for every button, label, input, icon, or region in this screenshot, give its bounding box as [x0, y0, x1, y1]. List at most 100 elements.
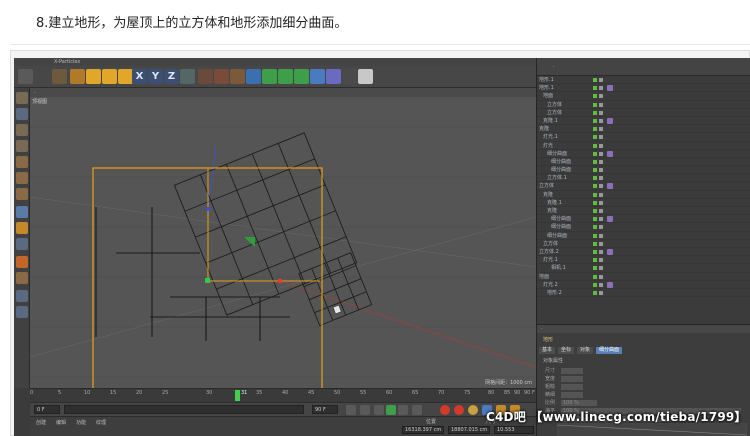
visibility-check-icon[interactable]: [593, 274, 597, 279]
next-frame-icon[interactable]: [398, 405, 408, 415]
visibility-check-icon[interactable]: [593, 217, 597, 222]
render-check-icon[interactable]: [599, 135, 603, 140]
prev-frame-icon[interactable]: [360, 405, 370, 415]
play-back-icon[interactable]: [374, 405, 384, 415]
model-mode-icon[interactable]: [16, 108, 28, 120]
render-check-icon[interactable]: [599, 102, 603, 107]
visibility-check-icon[interactable]: [593, 184, 597, 189]
tab-object[interactable]: 对象: [577, 347, 594, 354]
object-row[interactable]: 立方体: [537, 182, 750, 191]
material-tag-icon[interactable]: [607, 150, 613, 157]
visibility-check-icon[interactable]: [593, 143, 597, 148]
end-frame-field[interactable]: 90 F: [312, 405, 338, 414]
edges-mode-icon[interactable]: [16, 172, 28, 184]
object-row[interactable]: 立方体: [537, 101, 750, 109]
select-tool-icon[interactable]: [52, 69, 67, 84]
visibility-check-icon[interactable]: [593, 151, 597, 156]
lock-icon[interactable]: [16, 306, 28, 318]
visibility-check-icon[interactable]: [593, 102, 597, 107]
render-check-icon[interactable]: [599, 266, 603, 271]
texture-mode-icon[interactable]: [16, 124, 28, 136]
menu-edit[interactable]: 编辑: [56, 419, 66, 426]
object-row[interactable]: 克隆.1: [537, 199, 750, 207]
tab-coord[interactable]: 坐标: [558, 347, 575, 354]
grid-icon[interactable]: [16, 290, 28, 302]
menu-texture[interactable]: 纹理: [96, 419, 106, 426]
object-row[interactable]: 细分曲面: [537, 232, 750, 240]
viewport-menu-dot[interactable]: ·: [34, 90, 36, 96]
goto-start-icon[interactable]: [346, 405, 356, 415]
move-tool-icon[interactable]: [70, 69, 85, 84]
autokey-icon[interactable]: [454, 405, 464, 415]
object-row[interactable]: 地形.1: [537, 84, 750, 93]
render-check-icon[interactable]: [599, 282, 603, 287]
object-row[interactable]: 立方体: [537, 240, 750, 248]
attribute-field-value[interactable]: [561, 368, 583, 374]
frame-range-slider[interactable]: [64, 405, 304, 414]
visibility-check-icon[interactable]: [593, 176, 597, 181]
snap-icon[interactable]: [16, 238, 28, 250]
material-tag-icon[interactable]: [607, 216, 613, 223]
object-row[interactable]: 细分曲面: [537, 158, 750, 167]
points-mode-icon[interactable]: [16, 156, 28, 168]
material-tag-icon[interactable]: [607, 117, 613, 124]
attribute-field-value[interactable]: [561, 392, 583, 398]
spline-icon[interactable]: [262, 69, 277, 84]
y-axis-button[interactable]: Y: [148, 69, 163, 84]
object-row[interactable]: 灯光.2: [537, 281, 750, 289]
coord-z-field[interactable]: 10.553: [494, 426, 534, 434]
undo-icon[interactable]: [18, 69, 33, 84]
polygons-mode-icon[interactable]: [16, 188, 28, 200]
render-check-icon[interactable]: [599, 258, 603, 263]
coordinate-system-icon[interactable]: [180, 69, 195, 84]
render-check-icon[interactable]: [599, 200, 603, 205]
visibility-check-icon[interactable]: [593, 233, 597, 238]
object-row[interactable]: 相机.1: [537, 264, 750, 273]
object-row[interactable]: 细分曲面: [537, 150, 750, 158]
render-check-icon[interactable]: [599, 94, 603, 99]
workplane-icon[interactable]: [16, 140, 28, 152]
material-tag-icon[interactable]: [607, 183, 613, 190]
render-check-icon[interactable]: [599, 118, 603, 123]
rotate-tool-icon[interactable]: [102, 69, 117, 84]
visibility-check-icon[interactable]: [593, 127, 597, 132]
visibility-check-icon[interactable]: [593, 258, 597, 263]
visibility-check-icon[interactable]: [593, 168, 597, 173]
menu-item-xparticles[interactable]: X-Particles: [54, 59, 80, 65]
object-row[interactable]: 地形.1: [537, 76, 750, 85]
render-check-icon[interactable]: [599, 176, 603, 181]
light-icon[interactable]: [358, 69, 373, 84]
visibility-check-icon[interactable]: [593, 118, 597, 123]
object-row[interactable]: 克隆.1: [537, 117, 750, 126]
render-check-icon[interactable]: [599, 274, 603, 279]
object-row[interactable]: 细分曲面: [537, 166, 750, 175]
viewport-top[interactable]: 网格间距：1000 cm: [29, 97, 537, 397]
object-row[interactable]: 灯光: [537, 142, 750, 150]
recent-tool-icon[interactable]: [118, 69, 133, 84]
object-row[interactable]: 灯光.1: [537, 133, 750, 142]
render-check-icon[interactable]: [599, 290, 603, 295]
visibility-check-icon[interactable]: [593, 290, 597, 295]
current-frame-field[interactable]: 0 F: [34, 405, 60, 414]
axis-mode-icon[interactable]: [16, 206, 28, 218]
coord-y-field[interactable]: 18807.015 cm: [448, 426, 490, 434]
render-check-icon[interactable]: [599, 209, 603, 213]
record-icon[interactable]: [440, 405, 450, 415]
visibility-check-icon[interactable]: [593, 266, 597, 271]
attribute-field-value[interactable]: [561, 376, 583, 382]
nurbs-icon[interactable]: [278, 69, 293, 84]
object-row[interactable]: 克隆: [537, 125, 750, 134]
material-tag-icon[interactable]: [607, 248, 613, 255]
visibility-check-icon[interactable]: [593, 192, 597, 197]
object-row[interactable]: 立方体.1: [537, 174, 750, 183]
render-check-icon[interactable]: [599, 168, 603, 173]
object-row[interactable]: 灯光.1: [537, 256, 750, 265]
object-row[interactable]: 细分曲面: [537, 215, 750, 224]
render-check-icon[interactable]: [599, 217, 603, 222]
object-row[interactable]: 地形.2: [537, 289, 750, 298]
render-check-icon[interactable]: [599, 110, 603, 115]
visibility-check-icon[interactable]: [593, 94, 597, 99]
timeline-playhead[interactable]: [235, 390, 240, 401]
visibility-check-icon[interactable]: [593, 110, 597, 115]
tab-basic[interactable]: 基本: [539, 347, 556, 354]
